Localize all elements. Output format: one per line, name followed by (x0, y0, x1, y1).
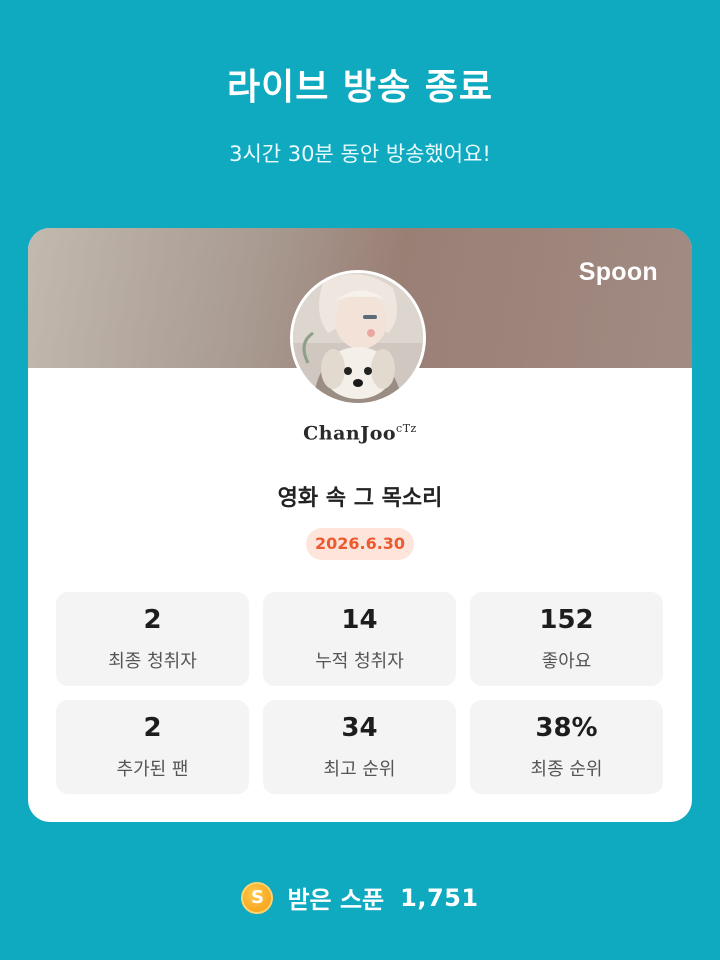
spoon-coin-icon: S (241, 881, 274, 914)
spoon-logo: Spoon (578, 258, 658, 286)
broadcast-summary-card: Spoon ChanJoocTz 영화 속 그 목소리 2026.6.30 2 … (28, 228, 692, 822)
stat-label: 최종 청취자 (108, 651, 197, 672)
stat-value: 2 (143, 713, 162, 743)
stat-label: 누적 청취자 (315, 651, 404, 672)
stat-best-rank: 34 최고 순위 (263, 700, 456, 794)
stat-label: 추가된 팬 (116, 759, 189, 780)
spoons-count: 1,751 (400, 883, 479, 912)
page-title: 라이브 방송 종료 (227, 67, 493, 108)
stat-label: 최고 순위 (323, 759, 396, 780)
stat-final-listeners: 2 최종 청취자 (56, 592, 249, 686)
spoons-label: 받은 스푼 (287, 886, 385, 914)
stat-likes: 152 좋아요 (470, 592, 663, 686)
stat-value: 38% (535, 713, 598, 743)
username: ChanJoocTz (28, 422, 692, 444)
stat-new-fans: 2 추가된 팬 (56, 700, 249, 794)
stat-total-listeners: 14 누적 청취자 (263, 592, 456, 686)
broadcast-duration: 3시간 30분 동안 방송했어요! (229, 142, 491, 166)
stats-grid: 2 최종 청취자 14 누적 청취자 152 좋아요 2 추가된 팬 34 최고… (56, 592, 664, 794)
stat-value: 34 (341, 713, 378, 743)
username-suffix: cTz (396, 422, 417, 435)
stat-value: 152 (539, 605, 594, 635)
stat-value: 14 (341, 605, 378, 635)
broadcast-title: 영화 속 그 목소리 (277, 486, 443, 511)
stat-label: 좋아요 (541, 651, 592, 672)
stat-final-rank: 38% 최종 순위 (470, 700, 663, 794)
username-text: ChanJoo (303, 422, 397, 445)
avatar (290, 270, 426, 406)
received-spoons: S 받은 스푼 1,751 (0, 880, 720, 915)
stat-label: 최종 순위 (530, 759, 603, 780)
stat-value: 2 (143, 605, 162, 635)
date-badge: 2026.6.30 (306, 528, 414, 560)
